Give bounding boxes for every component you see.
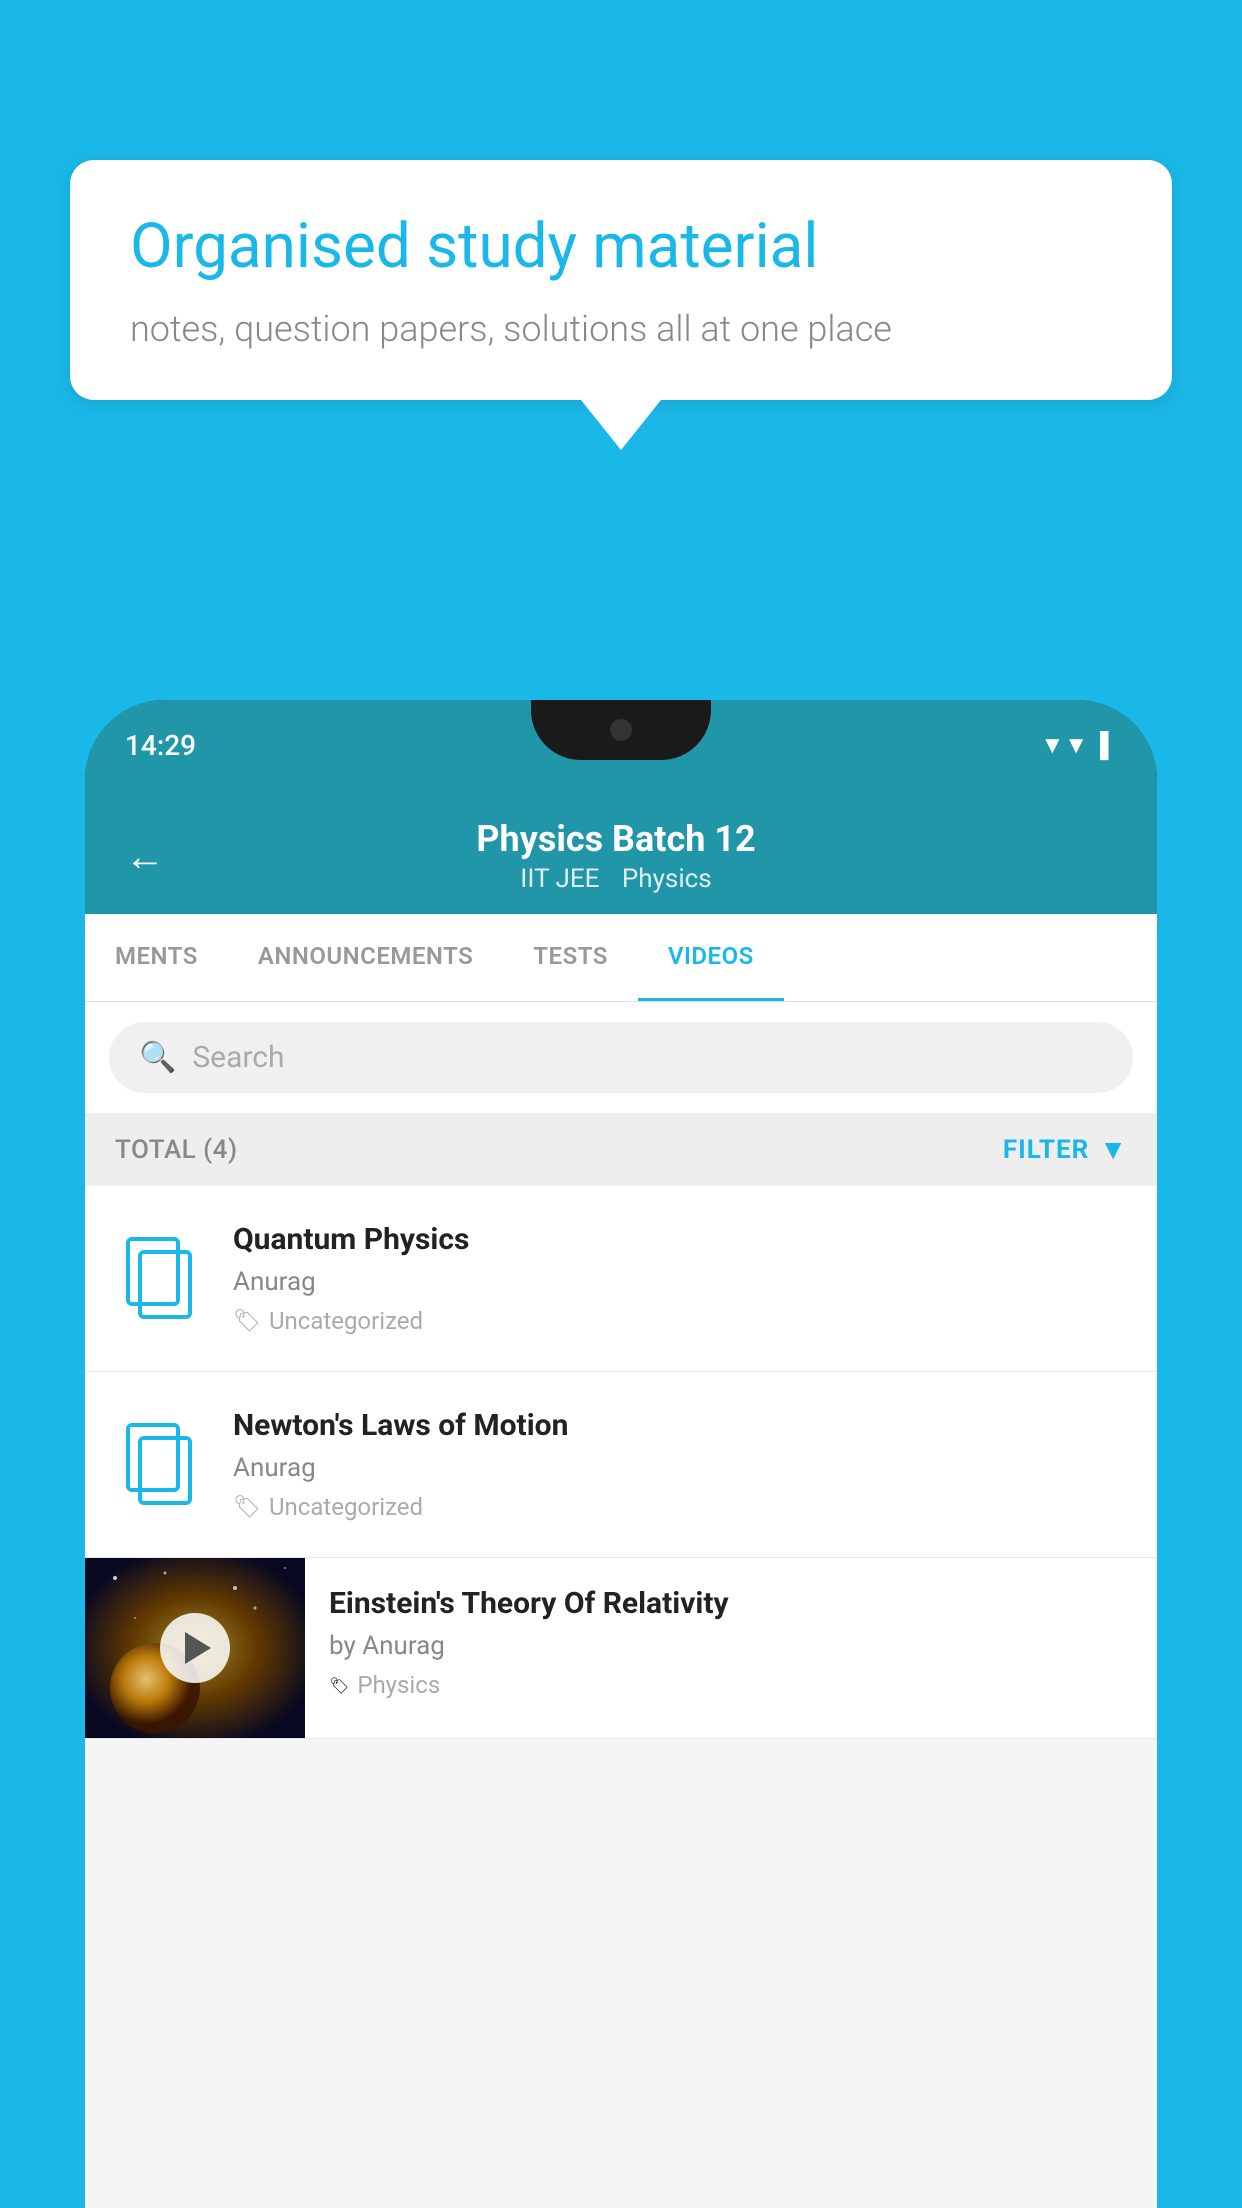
search-placeholder: Search — [192, 1040, 284, 1075]
status-bar: 14:29 ▼▼ ▌ — [85, 700, 1157, 790]
speech-bubble-title: Organised study material — [130, 210, 1112, 284]
document-icon — [120, 1234, 200, 1324]
video-author: by Anurag — [329, 1631, 1133, 1661]
tag-icon: 🏷 — [233, 1309, 261, 1334]
document-icon — [120, 1420, 200, 1510]
back-button[interactable]: ← — [125, 833, 165, 880]
tag-icon: 🏷 — [329, 1676, 349, 1695]
batch-subject: Physics — [622, 864, 712, 894]
video-title: Quantum Physics — [233, 1222, 1127, 1257]
list-item[interactable]: Newton's Laws of Motion Anurag 🏷 Uncateg… — [85, 1372, 1157, 1558]
speech-bubble-arrow — [581, 400, 661, 450]
video-author: Anurag — [233, 1267, 1127, 1297]
video-info: Einstein's Theory Of Relativity by Anura… — [305, 1558, 1157, 1727]
search-icon: 🔍 — [139, 1040, 176, 1075]
video-title: Einstein's Theory Of Relativity — [329, 1586, 1133, 1621]
header-title-area: Physics Batch 12 IIT JEE Physics — [195, 818, 1037, 894]
video-info: Quantum Physics Anurag 🏷 Uncategorized — [233, 1222, 1127, 1335]
list-item[interactable]: Einstein's Theory Of Relativity by Anura… — [85, 1558, 1157, 1739]
total-count: TOTAL (4) — [115, 1135, 238, 1165]
batch-category: IIT JEE — [520, 864, 599, 894]
video-tag: 🏷 Uncategorized — [233, 1307, 1127, 1335]
phone-frame: 14:29 ▼▼ ▌ ← Physics Batch 12 IIT JEE Ph… — [85, 700, 1157, 2208]
tag-label: Uncategorized — [269, 1493, 423, 1521]
play-triangle — [185, 1632, 211, 1664]
video-author: Anurag — [233, 1453, 1127, 1483]
status-time: 14:29 — [125, 729, 196, 762]
status-icons: ▼▼ ▌ — [1040, 731, 1117, 760]
filter-label: FILTER — [1003, 1135, 1089, 1165]
list-item[interactable]: Quantum Physics Anurag 🏷 Uncategorized — [85, 1186, 1157, 1372]
tab-tests[interactable]: TESTS — [503, 914, 638, 1001]
phone-notch — [531, 700, 711, 760]
file-icon-wrapper — [115, 1420, 205, 1510]
tag-label: Uncategorized — [269, 1307, 423, 1335]
tag-icon: 🏷 — [233, 1495, 261, 1520]
battery-icon: ▌ — [1100, 731, 1117, 760]
filter-row: TOTAL (4) FILTER ▼ — [85, 1113, 1157, 1186]
speech-bubble-container: Organised study material notes, question… — [70, 160, 1172, 450]
video-title: Newton's Laws of Motion — [233, 1408, 1127, 1443]
speech-bubble-subtitle: notes, question papers, solutions all at… — [130, 308, 1112, 350]
phone-screen: ← Physics Batch 12 IIT JEE Physics MENTS… — [85, 790, 1157, 2208]
tag-label: Physics — [357, 1671, 440, 1699]
speech-bubble: Organised study material notes, question… — [70, 160, 1172, 400]
tab-ments[interactable]: MENTS — [85, 914, 228, 1001]
app-header: ← Physics Batch 12 IIT JEE Physics — [85, 790, 1157, 914]
video-list: Quantum Physics Anurag 🏷 Uncategorized — [85, 1186, 1157, 1739]
tab-announcements[interactable]: ANNOUNCEMENTS — [228, 914, 503, 1001]
video-info: Newton's Laws of Motion Anurag 🏷 Uncateg… — [233, 1408, 1127, 1521]
video-thumbnail — [85, 1558, 305, 1738]
tabs-container: MENTS ANNOUNCEMENTS TESTS VIDEOS — [85, 914, 1157, 1002]
tab-videos[interactable]: VIDEOS — [638, 914, 784, 1001]
camera — [610, 719, 632, 741]
wifi-icon: ▼▼ — [1040, 731, 1088, 760]
play-button[interactable] — [160, 1613, 230, 1683]
search-container: 🔍 Search — [85, 1002, 1157, 1113]
batch-title: Physics Batch 12 — [195, 818, 1037, 860]
video-tag: 🏷 Uncategorized — [233, 1493, 1127, 1521]
file-icon-wrapper — [115, 1234, 205, 1324]
search-input-wrapper[interactable]: 🔍 Search — [109, 1022, 1133, 1093]
filter-button[interactable]: FILTER ▼ — [1003, 1133, 1127, 1166]
batch-subtitle: IIT JEE Physics — [195, 864, 1037, 894]
video-tag: 🏷 Physics — [329, 1671, 1133, 1699]
filter-icon: ▼ — [1099, 1133, 1127, 1166]
